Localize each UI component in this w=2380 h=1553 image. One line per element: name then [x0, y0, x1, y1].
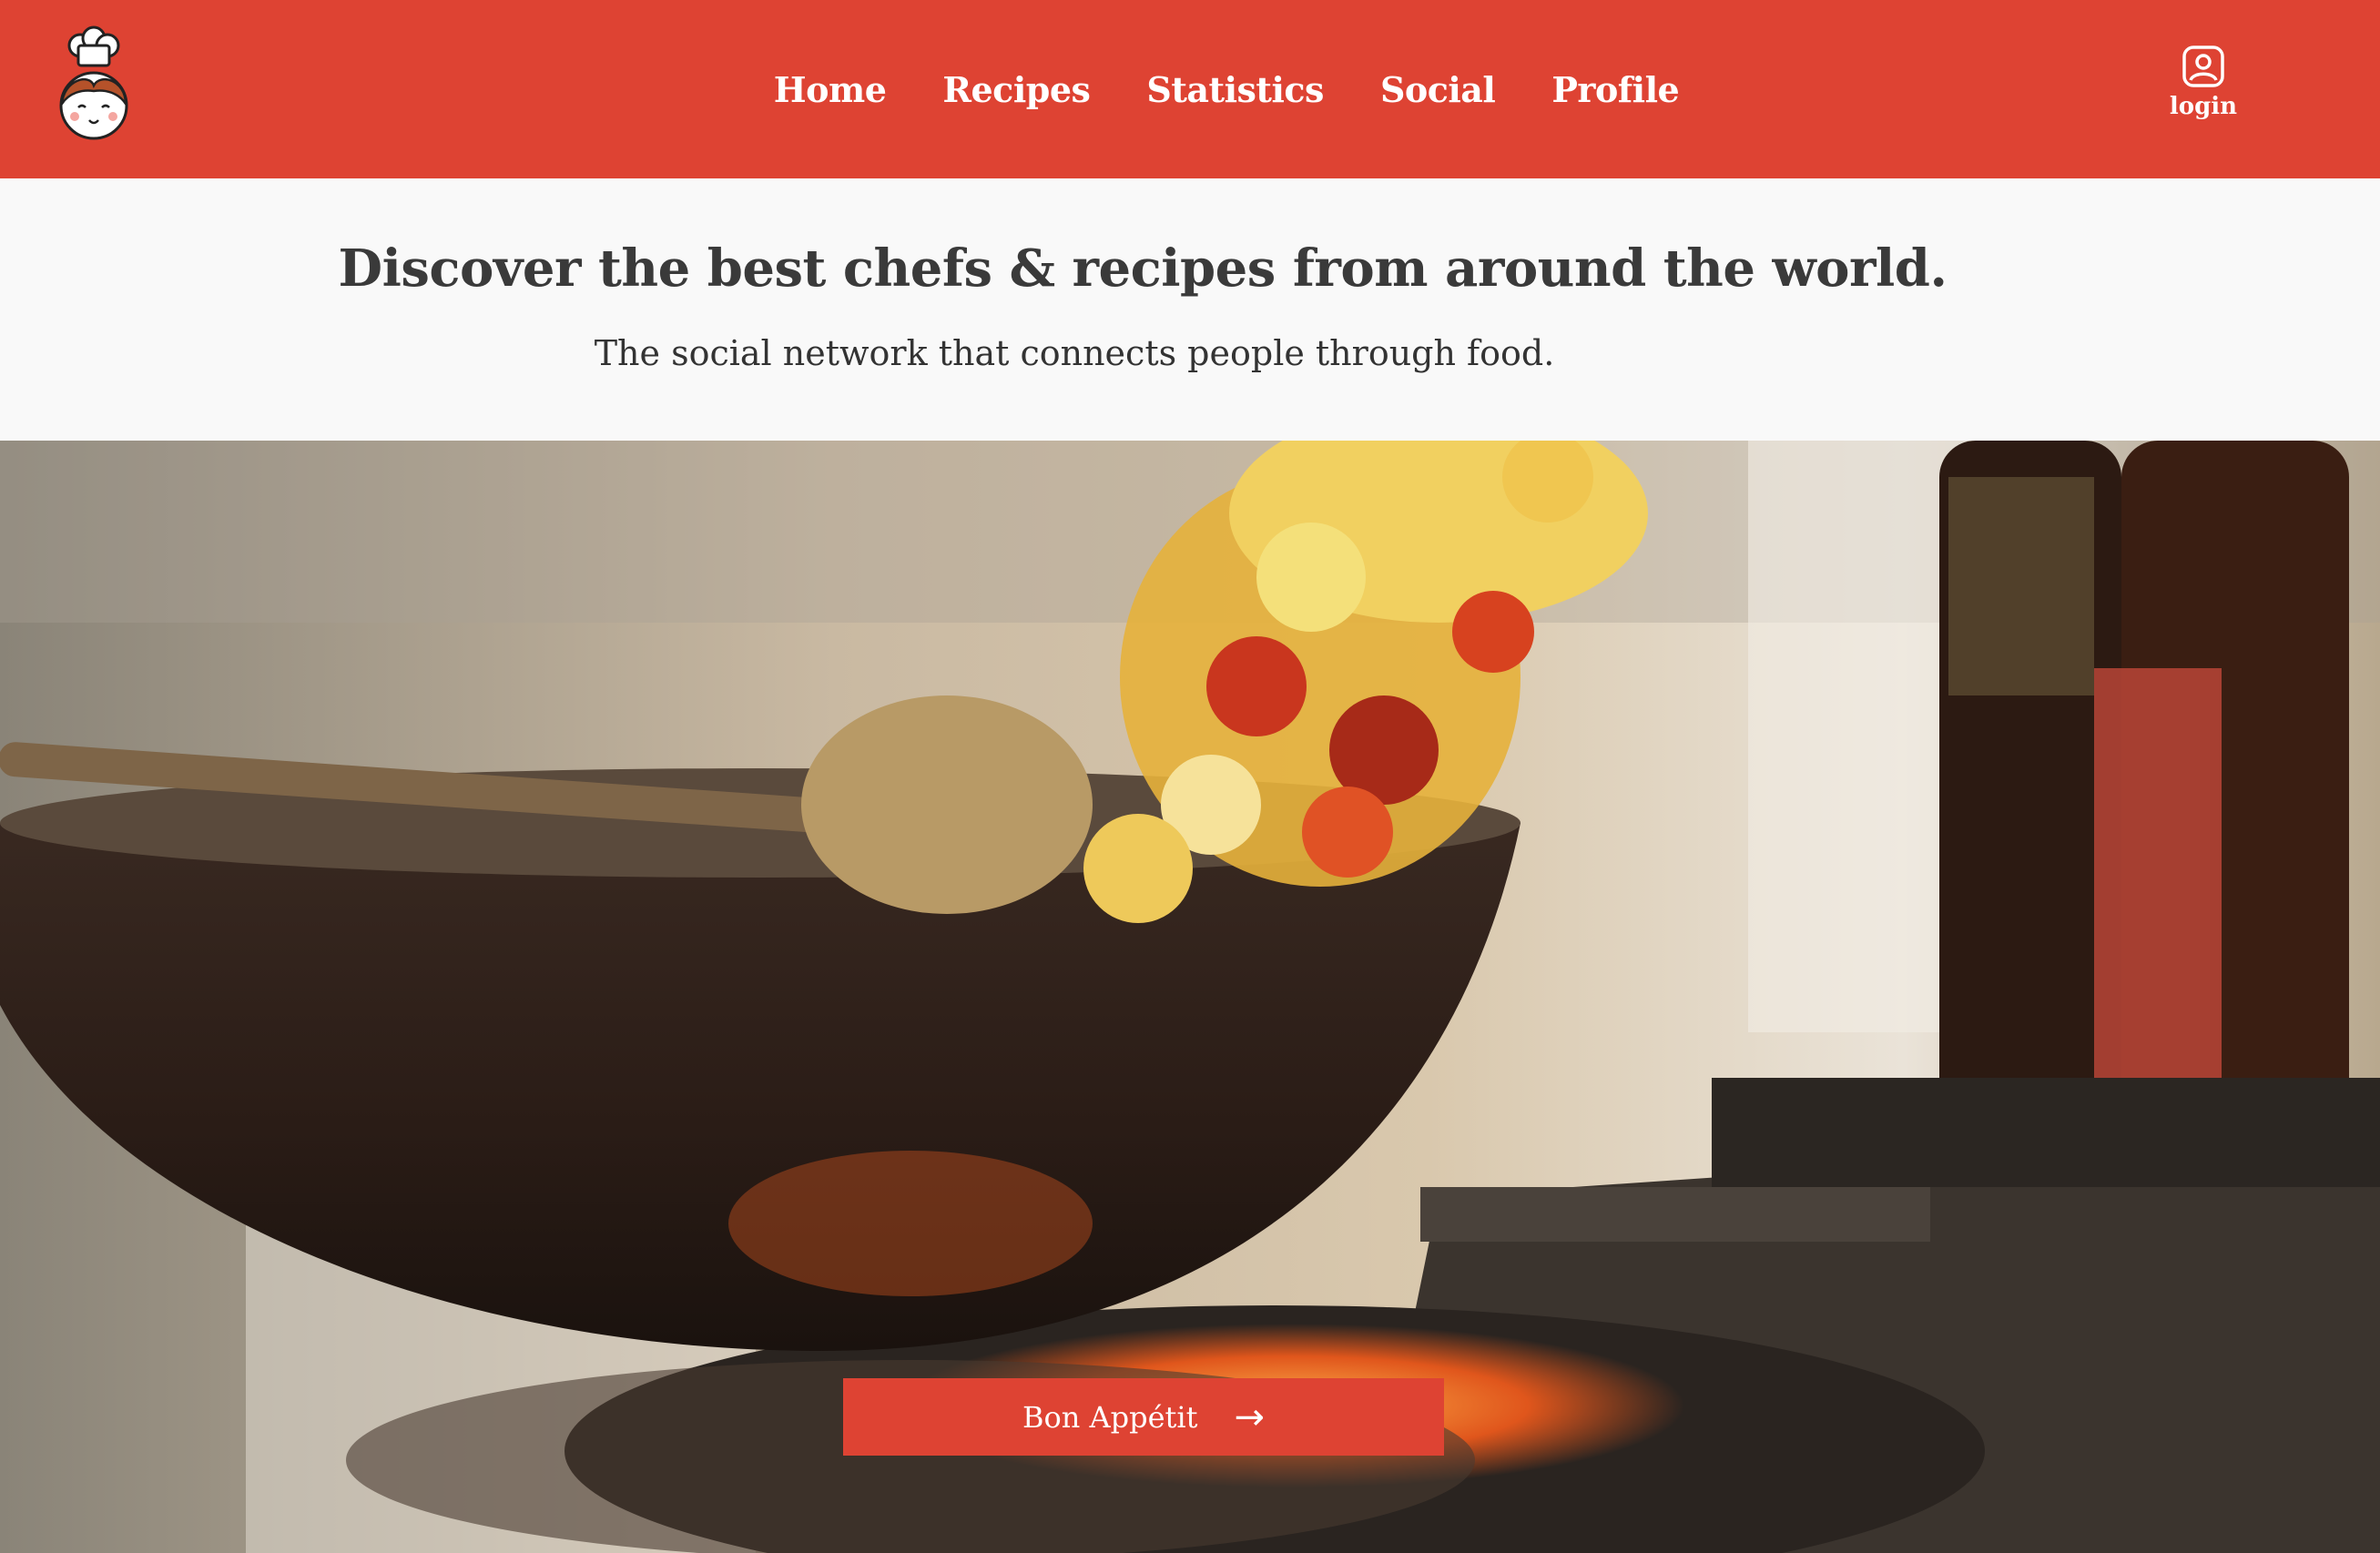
arrow-right-icon: →: [1234, 1396, 1266, 1438]
hero-text-section: Discover the best chefs & recipes from a…: [0, 178, 2380, 441]
site-header: Home Recipes Statistics Social Profile l…: [0, 0, 2380, 178]
nav-recipes[interactable]: Recipes: [942, 69, 1090, 110]
hero-headline: Discover the best chefs & recipes from a…: [338, 239, 1948, 299]
main-nav: Home Recipes Statistics Social Profile: [0, 0, 2380, 178]
nav-statistics[interactable]: Statistics: [1146, 69, 1324, 110]
login-button[interactable]: login: [2167, 44, 2240, 126]
cta-label: Bon Appétit: [1022, 1399, 1198, 1435]
nav-home[interactable]: Home: [774, 69, 887, 110]
nav-profile[interactable]: Profile: [1551, 69, 1679, 110]
hero-subline: The social network that connects people …: [594, 333, 1555, 373]
login-label: login: [2169, 93, 2238, 120]
user-profile-icon: [2182, 46, 2224, 87]
bon-appetit-button[interactable]: Bon Appétit →: [843, 1378, 1444, 1456]
nav-social[interactable]: Social: [1380, 69, 1496, 110]
